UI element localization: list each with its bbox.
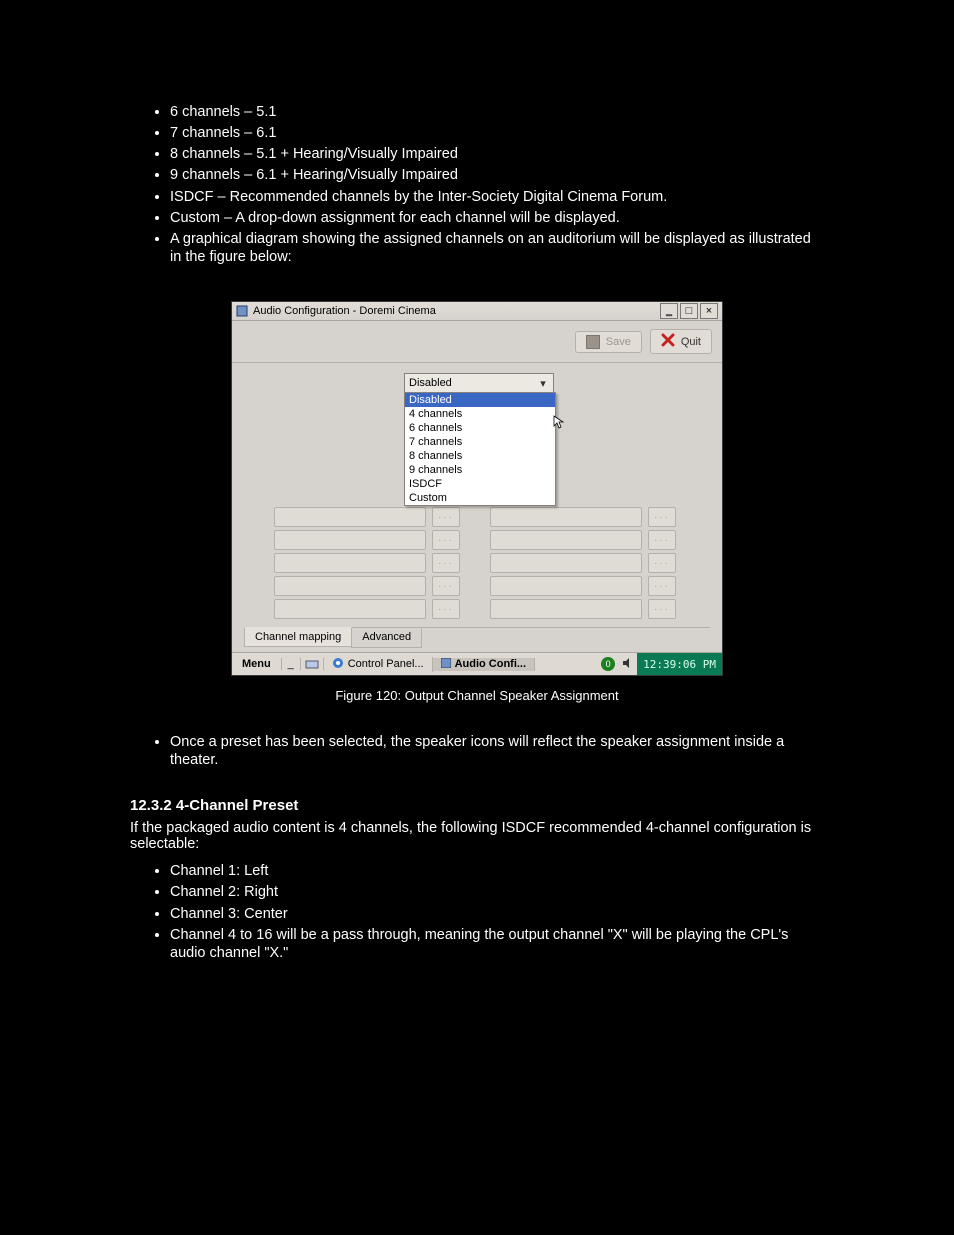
quit-button[interactable]: Quit (650, 329, 712, 354)
dropdown-option[interactable]: ISDCF (405, 477, 555, 491)
volume-icon[interactable] (619, 657, 637, 672)
channel-row: ··· ··· (274, 507, 710, 527)
list-item: Channel 2: Right (170, 883, 824, 901)
tab-channel-mapping[interactable]: Channel mapping (244, 627, 352, 647)
section-paragraph: If the packaged audio content is 4 chann… (130, 820, 824, 852)
channel-more-button[interactable]: ··· (648, 576, 676, 596)
dropdown-option[interactable]: 6 channels (405, 421, 555, 435)
channel-field[interactable] (490, 530, 642, 550)
window-body: Disabled ▾ Disabled 4 channels 6 channel… (232, 363, 722, 652)
channel-row: ··· ··· (274, 530, 710, 550)
dropdown-option[interactable]: 4 channels (405, 407, 555, 421)
dropdown-option[interactable]: 9 channels (405, 463, 555, 477)
preset-bullet-list: 6 channels – 5.1 7 channels – 6.1 8 chan… (130, 103, 824, 266)
channel-more-button[interactable]: ··· (648, 507, 676, 527)
dropdown-field[interactable]: Disabled ▾ (404, 373, 554, 393)
channel-more-button[interactable]: ··· (648, 553, 676, 573)
channel-row: ··· ··· (274, 553, 710, 573)
list-item: Custom – A drop-down assignment for each… (170, 209, 824, 227)
save-label: Save (606, 336, 631, 348)
channel-field[interactable] (490, 507, 642, 527)
channel-more-button[interactable]: ··· (432, 576, 460, 596)
close-button[interactable]: × (700, 303, 718, 319)
list-item: 8 channels – 5.1 + Hearing/Visually Impa… (170, 145, 824, 163)
channel-more-button[interactable]: ··· (432, 507, 460, 527)
channel-field[interactable] (274, 576, 426, 596)
taskbar-item-audio-config[interactable]: Audio Confi... (433, 658, 535, 671)
list-item: Channel 1: Left (170, 862, 824, 880)
channel-field[interactable] (490, 576, 642, 596)
status-indicator[interactable]: 0 (601, 657, 615, 671)
list-item: 9 channels – 6.1 + Hearing/Visually Impa… (170, 166, 824, 184)
window-title: Audio Configuration - Doremi Cinema (253, 305, 436, 317)
save-icon (586, 335, 600, 349)
channel-row: ··· ··· (274, 599, 710, 619)
taskbar-minimize-all[interactable]: _ (282, 658, 301, 670)
channel-more-button[interactable]: ··· (648, 530, 676, 550)
dropdown-value: Disabled (409, 377, 452, 389)
channel-field[interactable] (274, 507, 426, 527)
clock: 12:39:06 PM (637, 653, 722, 675)
list-item: 7 channels – 6.1 (170, 124, 824, 142)
figure-caption: Figure 120: Output Channel Speaker Assig… (130, 688, 824, 703)
taskbar-item-label: Control Panel... (348, 658, 424, 670)
dropdown-option[interactable]: Disabled (405, 393, 555, 407)
list-item: A graphical diagram showing the assigned… (170, 230, 824, 266)
taskbar-item-control-panel[interactable]: Control Panel... (324, 657, 433, 672)
start-menu-button[interactable]: Menu (232, 658, 282, 670)
tab-advanced[interactable]: Advanced (351, 628, 422, 648)
channel-row: ··· ··· (274, 576, 710, 596)
dropdown-option[interactable]: 8 channels (405, 449, 555, 463)
maximize-button[interactable]: □ (680, 303, 698, 319)
taskbar: Menu _ Control Panel... Audio Confi... (232, 652, 722, 675)
app-icon (236, 305, 248, 317)
toolbar: Save Quit (232, 321, 722, 363)
channel-more-button[interactable]: ··· (648, 599, 676, 619)
channel-field[interactable] (274, 530, 426, 550)
quit-icon (661, 333, 675, 350)
list-item: 6 channels – 5.1 (170, 103, 824, 121)
channel-field[interactable] (490, 553, 642, 573)
list-item: ISDCF – Recommended channels by the Inte… (170, 188, 824, 206)
quit-label: Quit (681, 336, 701, 348)
minimize-button[interactable]: ‗ (660, 303, 678, 319)
taskbar-item-label: Audio Confi... (455, 658, 526, 670)
dropdown-list: Disabled 4 channels 6 channels 7 channel… (404, 392, 556, 506)
after-bullet-list: Once a preset has been selected, the spe… (130, 733, 824, 769)
list-item: Channel 4 to 16 will be a pass through, … (170, 926, 824, 962)
channel-more-button[interactable]: ··· (432, 599, 460, 619)
tab-bar: Channel mapping Advanced (244, 627, 710, 648)
preset-dropdown[interactable]: Disabled ▾ Disabled 4 channels 6 channel… (404, 373, 554, 393)
four-channel-bullet-list: Channel 1: Left Channel 2: Right Channel… (130, 862, 824, 962)
channel-field[interactable] (490, 599, 642, 619)
gear-icon (332, 657, 344, 672)
save-button: Save (575, 331, 642, 353)
list-item: Once a preset has been selected, the spe… (170, 733, 824, 769)
show-desktop-icon[interactable] (301, 658, 324, 670)
app-icon (441, 658, 451, 671)
channel-more-button[interactable]: ··· (432, 553, 460, 573)
app-window: Audio Configuration - Doremi Cinema ‗ □ … (231, 301, 723, 676)
channel-field[interactable] (274, 599, 426, 619)
dropdown-option[interactable]: Custom (405, 491, 555, 505)
dropdown-option[interactable]: 7 channels (405, 435, 555, 449)
channel-more-button[interactable]: ··· (432, 530, 460, 550)
list-item: Channel 3: Center (170, 905, 824, 923)
chevron-down-icon: ▾ (537, 377, 549, 390)
section-heading: 12.3.2 4-Channel Preset (130, 797, 824, 814)
channel-field[interactable] (274, 553, 426, 573)
window-titlebar: Audio Configuration - Doremi Cinema ‗ □ … (232, 302, 722, 321)
